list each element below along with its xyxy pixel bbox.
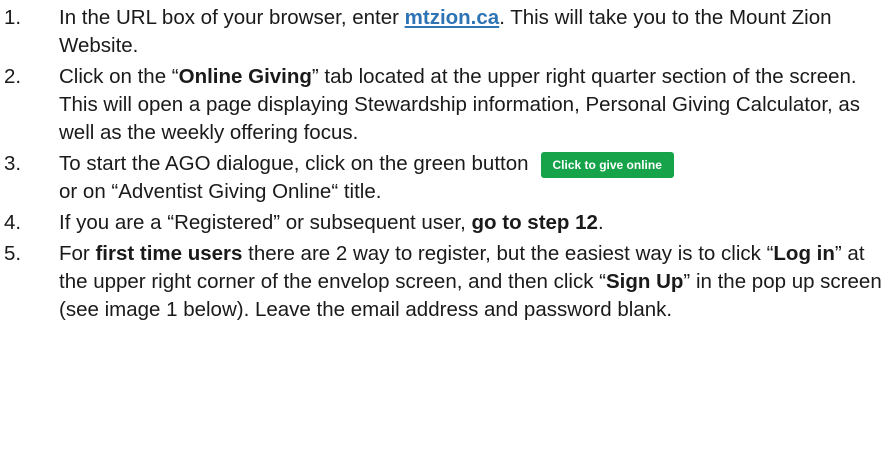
- mtzion-link[interactable]: mtzion.ca: [405, 6, 500, 29]
- bold-text: Online Giving: [178, 65, 312, 88]
- instructions-document: 1. In the URL box of your browser, enter…: [0, 0, 890, 463]
- step-2: 2. Click on the “Online Giving” tab loca…: [0, 63, 890, 147]
- step-number: 3.: [4, 152, 22, 175]
- step-number: 4.: [4, 211, 22, 234]
- step-text: If you are a “Registered” or subsequent …: [59, 211, 604, 234]
- step-4: 4. If you are a “Registered” or subseque…: [0, 209, 890, 237]
- give-online-button[interactable]: Click to give online: [540, 151, 674, 178]
- step-5: 5. For first time users there are 2 way …: [0, 240, 890, 324]
- step-number: 5.: [4, 242, 22, 265]
- step-text: For first time users there are 2 way to …: [59, 242, 882, 321]
- step-1: 1. In the URL box of your browser, enter…: [0, 4, 890, 60]
- step-number: 2.: [4, 65, 22, 88]
- step-text: In the URL box of your browser, enter mt…: [59, 6, 832, 57]
- step-text: To start the AGO dialogue, click on the …: [59, 150, 884, 206]
- step-text: Click on the “Online Giving” tab located…: [59, 65, 861, 144]
- steps-list: 1. In the URL box of your browser, enter…: [0, 4, 890, 324]
- step-3: 3. To start the AGO dialogue, click on t…: [0, 150, 890, 206]
- bold-text: go to step 12: [471, 211, 598, 234]
- bold-text: first time users: [95, 242, 243, 265]
- bold-text: Sign Up: [605, 270, 684, 293]
- bold-text: Log in: [773, 242, 835, 265]
- step-number: 1.: [4, 6, 22, 29]
